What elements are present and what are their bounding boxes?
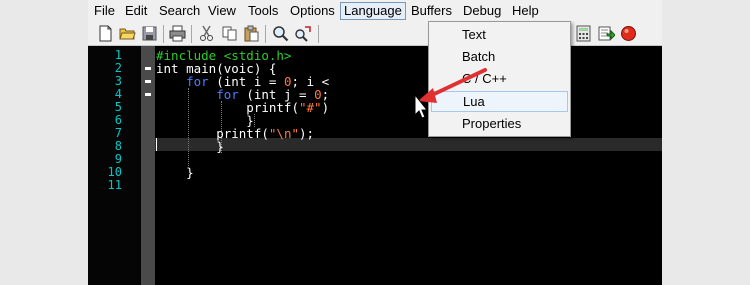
annotation-arrow bbox=[414, 68, 487, 119]
editor-window: File Edit Search View Tools Options Lang… bbox=[88, 0, 662, 285]
